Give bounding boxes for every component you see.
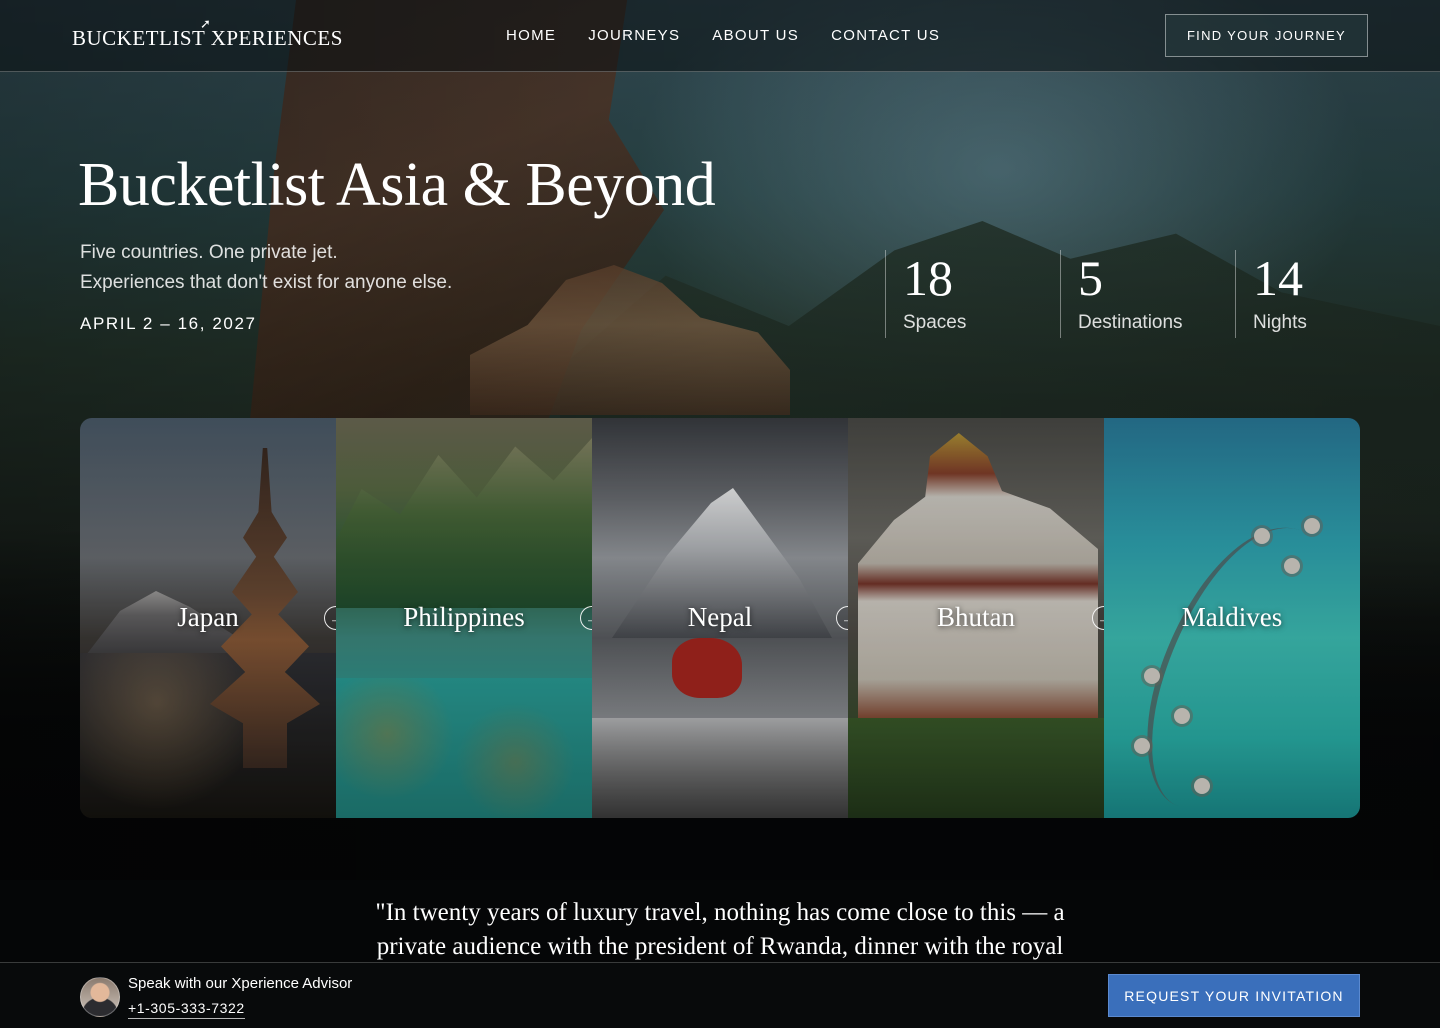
hero-subtitle: Five countries. One private jet. Experie… bbox=[80, 238, 452, 298]
quote-line-2: private audience with the president of R… bbox=[376, 933, 1064, 960]
stat-label: Destinations bbox=[1078, 312, 1183, 333]
sticky-contact-bar: Speak with our Xperience Advisor +1-305-… bbox=[0, 962, 1440, 1028]
page-title: Bucketlist Asia & Beyond bbox=[78, 151, 716, 219]
stat-value: 18 bbox=[903, 250, 953, 306]
stat-value: 14 bbox=[1253, 250, 1303, 306]
stat-nights: 14 Nights bbox=[1235, 250, 1365, 338]
nav-home[interactable]: HOME bbox=[506, 27, 556, 44]
advisor-avatar bbox=[80, 977, 120, 1017]
stat-destinations: 5 Destinations bbox=[1060, 250, 1235, 338]
find-your-journey-button[interactable]: FIND YOUR JOURNEY bbox=[1165, 14, 1368, 57]
nav-journeys[interactable]: JOURNEYS bbox=[588, 27, 680, 44]
stat-label: Nights bbox=[1253, 312, 1307, 333]
destination-card-japan[interactable]: Japan → bbox=[80, 418, 336, 818]
trip-stats: 18 Spaces 5 Destinations 14 Nights bbox=[885, 250, 1365, 338]
destination-name: Bhutan bbox=[937, 602, 1015, 632]
logo-arrow-icon: ➚ bbox=[200, 16, 212, 31]
stat-spaces: 18 Spaces bbox=[885, 250, 1060, 338]
hero-subtitle-line-2: Experiences that don't exist for anyone … bbox=[80, 272, 453, 293]
request-invitation-button[interactable]: REQUEST YOUR INVITATION bbox=[1108, 974, 1360, 1017]
main-nav: HOME JOURNEYS ABOUT US CONTACT US bbox=[506, 27, 940, 44]
brand-logo[interactable]: BUCKETLIST XPERIENCES ➚ bbox=[72, 16, 343, 51]
destination-card-maldives[interactable]: Maldives bbox=[1104, 418, 1360, 818]
destination-card-philippines[interactable]: Philippines → bbox=[336, 418, 592, 818]
hero-subtitle-line-1: Five countries. One private jet. bbox=[80, 242, 338, 263]
destination-name: Nepal bbox=[687, 602, 753, 632]
nav-about-us[interactable]: ABOUT US bbox=[712, 27, 799, 44]
stat-value: 5 bbox=[1078, 250, 1103, 306]
nav-contact-us[interactable]: CONTACT US bbox=[831, 27, 940, 44]
destination-cards: Japan → Philippines → Nepal → Bhutan → M… bbox=[80, 418, 1360, 818]
destination-name: Maldives bbox=[1181, 602, 1283, 632]
destination-card-nepal[interactable]: Nepal → bbox=[592, 418, 848, 818]
top-navigation: BUCKETLIST XPERIENCES ➚ HOME JOURNEYS AB… bbox=[0, 0, 1440, 72]
stat-label: Spaces bbox=[903, 312, 967, 333]
quote-line-1: "In twenty years of luxury travel, nothi… bbox=[375, 899, 1065, 926]
advisor-title: Speak with our Xperience Advisor bbox=[128, 975, 353, 992]
trip-dates: APRIL 2 – 16, 2027 bbox=[80, 314, 257, 333]
destination-name: Japan bbox=[177, 602, 239, 632]
destination-name: Philippines bbox=[403, 602, 525, 632]
advisor-phone-link[interactable]: +1-305-333-7322 bbox=[128, 1000, 245, 1019]
testimonial-quote: "In twenty years of luxury travel, nothi… bbox=[340, 896, 1100, 964]
destination-card-bhutan[interactable]: Bhutan → bbox=[848, 418, 1104, 818]
